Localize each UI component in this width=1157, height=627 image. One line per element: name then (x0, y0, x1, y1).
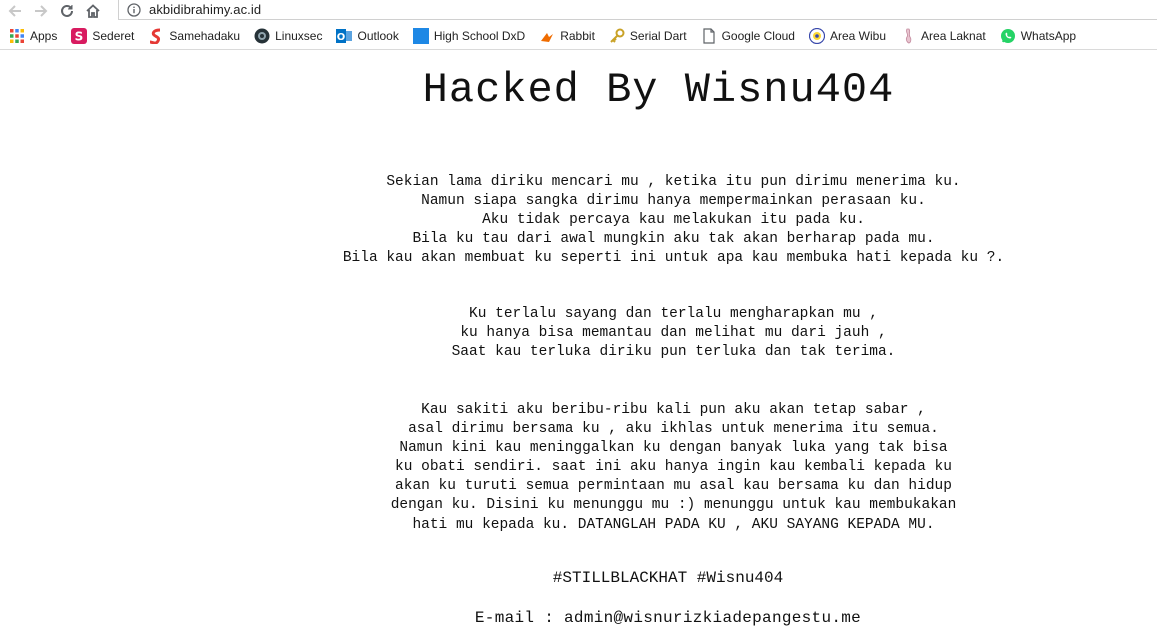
text-line: Aku tidak percaya kau melakukan itu pada… (482, 212, 865, 229)
text-line: hati mu kepada ku. DATANGLAH PADA KU , A… (412, 516, 935, 533)
page-icon (701, 27, 717, 44)
bookmark-label: Serial Dart (629, 28, 687, 43)
bookmark-high-school-dxd[interactable]: High School DxD (405, 24, 531, 48)
bookmark-apps[interactable]: Apps (0, 24, 63, 48)
bookmark-serial-dart[interactable]: Serial Dart (601, 24, 693, 48)
text-line: Bila kau akan membuat ku seperti ini unt… (342, 250, 1005, 267)
text-line: Ku terlalu sayang dan terlalu mengharapk… (469, 306, 878, 322)
text-line: Saat kau terluka diriku pun terluka dan … (451, 344, 896, 361)
text-line: Sekian lama diriku mencari mu , ketika i… (386, 174, 961, 190)
home-icon (86, 4, 100, 18)
reload-button[interactable] (56, 2, 78, 20)
linuxsec-icon (254, 28, 270, 44)
samehadaku-icon (148, 28, 164, 44)
text-line: Bila ku tau dari awal mungkin aku tak ak… (412, 231, 935, 248)
page-title: Hacked By Wisnu404 (422, 66, 895, 114)
text-line: dengan ku. Disini ku menunggu mu :) menu… (390, 497, 957, 514)
bookmark-label: Linuxsec (275, 28, 323, 43)
svg-text:S: S (75, 29, 84, 43)
svg-text:O: O (337, 32, 346, 43)
address-bar[interactable]: akbidibrahimy.ac.id (118, 0, 1157, 20)
key-icon (609, 28, 625, 44)
text-line: Namun siapa sangka dirimu hanya memperma… (421, 193, 926, 210)
bookmark-outlook[interactable]: O Outlook (328, 24, 404, 48)
bookmark-label: Area Laknat (921, 28, 986, 43)
page-content: Hacked By Wisnu404 Sekian lama diriku me… (0, 51, 1157, 627)
reload-icon (61, 4, 73, 17)
text-line: Namun kini kau meninggalkan ku dengan ba… (399, 440, 948, 457)
paragraph-2: Ku terlalu sayang dan terlalu mengharapk… (0, 305, 1157, 362)
paragraph-3: Kau sakiti aku beribu-ribu kali pun aku … (0, 401, 1157, 535)
bookmark-area-laknat[interactable]: Area Laknat (892, 24, 992, 48)
bookmark-label: Area Wibu (829, 28, 887, 43)
email-line: E-mail : admin@wisnurizkiadepangestu.me (474, 609, 862, 627)
url-text[interactable]: akbidibrahimy.ac.id (149, 2, 261, 17)
hashtag-line: #STILLBLACKHAT #Wisnu404 (552, 569, 784, 587)
whatsapp-icon (1000, 28, 1016, 44)
bookmark-label: Outlook (357, 28, 399, 43)
back-button[interactable] (4, 2, 26, 20)
bookmark-sederet[interactable]: S Sederet (63, 24, 140, 48)
text-line: asal dirimu bersama ku , aku ikhlas untu… (408, 421, 939, 438)
bookmark-samehadaku[interactable]: Samehadaku (140, 24, 246, 48)
browser-toolbar: akbidibrahimy.ac.id (0, 0, 1157, 22)
text-line: akan ku turuti semua permintaan mu asal … (395, 478, 952, 495)
forward-button[interactable] (30, 2, 52, 20)
bookmark-area-wibu[interactable]: Area Wibu (801, 24, 892, 48)
bookmark-label: Samehadaku (169, 28, 241, 43)
paragraph-1: Sekian lama diriku mencari mu , ketika i… (0, 173, 1157, 268)
apps-grid-icon (9, 28, 25, 44)
rabbit-icon (539, 28, 555, 44)
outlook-icon: O (336, 28, 353, 44)
blue-square-icon (412, 27, 429, 44)
bookmark-label: High School DxD (433, 28, 526, 43)
info-icon[interactable] (127, 2, 141, 17)
text-line: Kau sakiti aku beribu-ribu kali pun aku … (421, 402, 926, 418)
bookmark-label: Rabbit (560, 28, 595, 43)
bookmark-label: WhatsApp (1020, 28, 1077, 43)
bookmark-google-cloud[interactable]: Google Cloud (693, 24, 801, 48)
bookmark-label: Google Cloud (721, 28, 795, 43)
text-line: ku obati sendiri. saat ini aku hanya ing… (395, 459, 952, 476)
bookmark-label: Apps (30, 28, 58, 43)
sederet-icon: S (71, 27, 88, 44)
bookmark-linuxsec[interactable]: Linuxsec (246, 24, 328, 48)
wibu-icon (808, 27, 825, 44)
home-button[interactable] (82, 2, 104, 20)
bookmark-label: Sederet (92, 28, 135, 43)
bookmarks-bar: Apps S Sederet Samehadaku Linuxsec O Out… (0, 22, 1157, 50)
arrow-right-icon (35, 5, 48, 17)
text-line: ku hanya bisa memantau dan melihat mu da… (460, 325, 887, 342)
bookmark-rabbit[interactable]: Rabbit (531, 24, 601, 48)
arrow-left-icon (8, 5, 21, 17)
laknat-icon (900, 28, 916, 44)
bookmark-whatsapp[interactable]: WhatsApp (992, 24, 1082, 48)
